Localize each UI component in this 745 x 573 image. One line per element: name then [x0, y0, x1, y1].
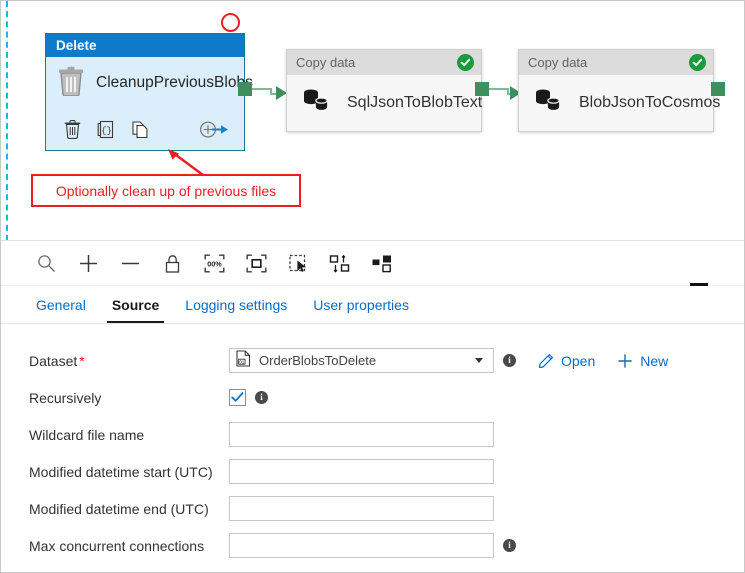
code-braces-icon[interactable]: {}: [93, 116, 119, 142]
connector-line-1: [252, 88, 272, 90]
activity-node-delete[interactable]: Delete CleanupPreviousBlobs {}: [45, 33, 253, 151]
source-form: Dataset * 01 OrderBlobsToDelete i Open N…: [1, 324, 744, 564]
dataset-select[interactable]: 01 OrderBlobsToDelete: [229, 348, 494, 373]
label-dataset-text: Dataset: [29, 352, 78, 369]
activity-node-copy-1-header: Copy data: [287, 50, 481, 75]
form-row-modified-datetime-end: Modified datetime end (UTC): [1, 490, 744, 527]
zoom-level-text: 00%: [207, 260, 222, 269]
layout-icon[interactable]: [361, 246, 403, 282]
label-modified-datetime-start: Modified datetime start (UTC): [29, 463, 213, 480]
max-concurrent-connections-input[interactable]: [229, 533, 494, 558]
label-dataset: Dataset *: [29, 353, 229, 369]
modified-datetime-start-input[interactable]: [229, 459, 494, 484]
status-success-icon-1: [457, 54, 474, 71]
new-dataset-label: New: [640, 352, 669, 369]
activity-node-delete-header: Delete: [46, 34, 244, 57]
plus-icon: [617, 353, 633, 369]
activity-node-delete-body: CleanupPreviousBlobs: [46, 57, 253, 109]
svg-text:01: 01: [239, 359, 244, 364]
form-row-modified-datetime-start: Modified datetime start (UTC): [1, 453, 744, 490]
activity-node-copy-1-type: Copy data: [296, 55, 356, 70]
info-icon-recursively[interactable]: i: [255, 391, 268, 404]
activity-node-copy-2-header: Copy data: [519, 50, 713, 75]
label-modified-datetime-end: Modified datetime end (UTC): [29, 500, 209, 517]
properties-tabs: General Source Logging settings User pro…: [1, 286, 744, 324]
info-icon-dataset[interactable]: i: [503, 354, 516, 367]
activity-node-copy-2-name: BlobJsonToCosmos: [579, 93, 721, 111]
auto-align-icon[interactable]: [319, 246, 361, 282]
info-icon-max-concurrent-connections[interactable]: i: [503, 539, 516, 552]
form-row-dataset: Dataset * 01 OrderBlobsToDelete i Open N…: [1, 342, 744, 379]
pipeline-editor-window: Delete CleanupPreviousBlobs {} Copy data…: [0, 0, 745, 573]
activity-properties-panel: 00% General Source Logging settings User…: [1, 242, 744, 572]
minimize-panel-button[interactable]: [690, 283, 708, 286]
output-port-delete[interactable]: [238, 82, 252, 96]
activity-node-copy-1-name: SqlJsonToBlobText: [347, 93, 483, 111]
connector-line-2: [489, 88, 509, 90]
tab-user-properties[interactable]: User properties: [300, 286, 422, 323]
label-max-concurrent-connections: Max concurrent connections: [29, 537, 205, 554]
recursively-checkbox[interactable]: [229, 389, 246, 406]
form-row-max-concurrent-connections: Max concurrent connections i: [1, 527, 744, 564]
form-row-recursively: Recursively i: [1, 379, 744, 416]
tab-user-properties-label: User properties: [313, 296, 409, 313]
activity-node-copy-1[interactable]: Copy data SqlJsonToBlobText: [286, 49, 482, 132]
new-dataset-button[interactable]: New: [617, 353, 668, 369]
trash-icon: [58, 66, 84, 101]
tab-logging-settings[interactable]: Logging settings: [172, 286, 300, 323]
select-region-icon[interactable]: [277, 246, 319, 282]
duplicate-icon[interactable]: [127, 116, 153, 142]
annotation-callout: Optionally clean up of previous files: [31, 174, 301, 207]
form-row-wildcard-file-name: Wildcard file name: [1, 416, 744, 453]
status-success-icon-2: [689, 54, 706, 71]
tab-logging-settings-label: Logging settings: [185, 296, 288, 313]
zoom-search-icon[interactable]: [25, 246, 67, 282]
required-indicator-dataset: *: [79, 352, 85, 369]
output-port-copy-1[interactable]: [475, 82, 489, 96]
open-dataset-button[interactable]: Open: [538, 353, 595, 369]
zoom-out-icon[interactable]: [109, 246, 151, 282]
delete-icon[interactable]: [59, 116, 85, 142]
zoom-in-icon[interactable]: [67, 246, 109, 282]
tab-source[interactable]: Source: [99, 286, 172, 323]
activity-node-delete-type: Delete: [56, 38, 97, 53]
canvas-drop-edge-indicator: [6, 1, 8, 241]
activity-node-delete-actions: {}: [46, 109, 244, 149]
activity-node-copy-2-type: Copy data: [528, 55, 588, 70]
dataset-select-value: OrderBlobsToDelete: [259, 353, 377, 368]
copy-data-icon: [301, 87, 331, 118]
lock-icon[interactable]: [151, 246, 193, 282]
zoom-100-percent-icon[interactable]: 00%: [193, 246, 235, 282]
activity-node-copy-1-body: SqlJsonToBlobText: [287, 75, 483, 130]
svg-text:{}: {}: [101, 126, 112, 136]
red-circle-annotation: [221, 13, 240, 32]
pipeline-canvas[interactable]: Delete CleanupPreviousBlobs {} Copy data…: [1, 1, 744, 241]
label-recursively: Recursively: [29, 389, 102, 406]
activity-node-delete-name: CleanupPreviousBlobs: [96, 74, 253, 91]
activity-node-copy-2-body: BlobJsonToCosmos: [519, 75, 720, 130]
zoom-to-fit-icon[interactable]: [235, 246, 277, 282]
tab-source-label: Source: [111, 296, 160, 313]
tab-general[interactable]: General: [23, 286, 99, 323]
open-dataset-label: Open: [561, 352, 596, 369]
copy-data-icon: [533, 87, 563, 118]
annotation-callout-text: Optionally clean up of previous files: [55, 182, 277, 199]
pencil-icon: [538, 353, 554, 369]
dataset-file-icon: 01: [236, 349, 251, 372]
wildcard-file-name-input[interactable]: [229, 422, 494, 447]
canvas-toolbar: 00%: [1, 242, 744, 286]
label-wildcard-file-name: Wildcard file name: [29, 426, 145, 443]
canvas-panel-divider: [1, 240, 744, 241]
tab-general-label: General: [36, 296, 86, 313]
chevron-down-icon: [475, 358, 483, 363]
add-output-icon[interactable]: [197, 116, 231, 142]
output-port-copy-2[interactable]: [711, 82, 725, 96]
modified-datetime-end-input[interactable]: [229, 496, 494, 521]
activity-node-copy-2[interactable]: Copy data BlobJsonToCosmos: [518, 49, 720, 132]
